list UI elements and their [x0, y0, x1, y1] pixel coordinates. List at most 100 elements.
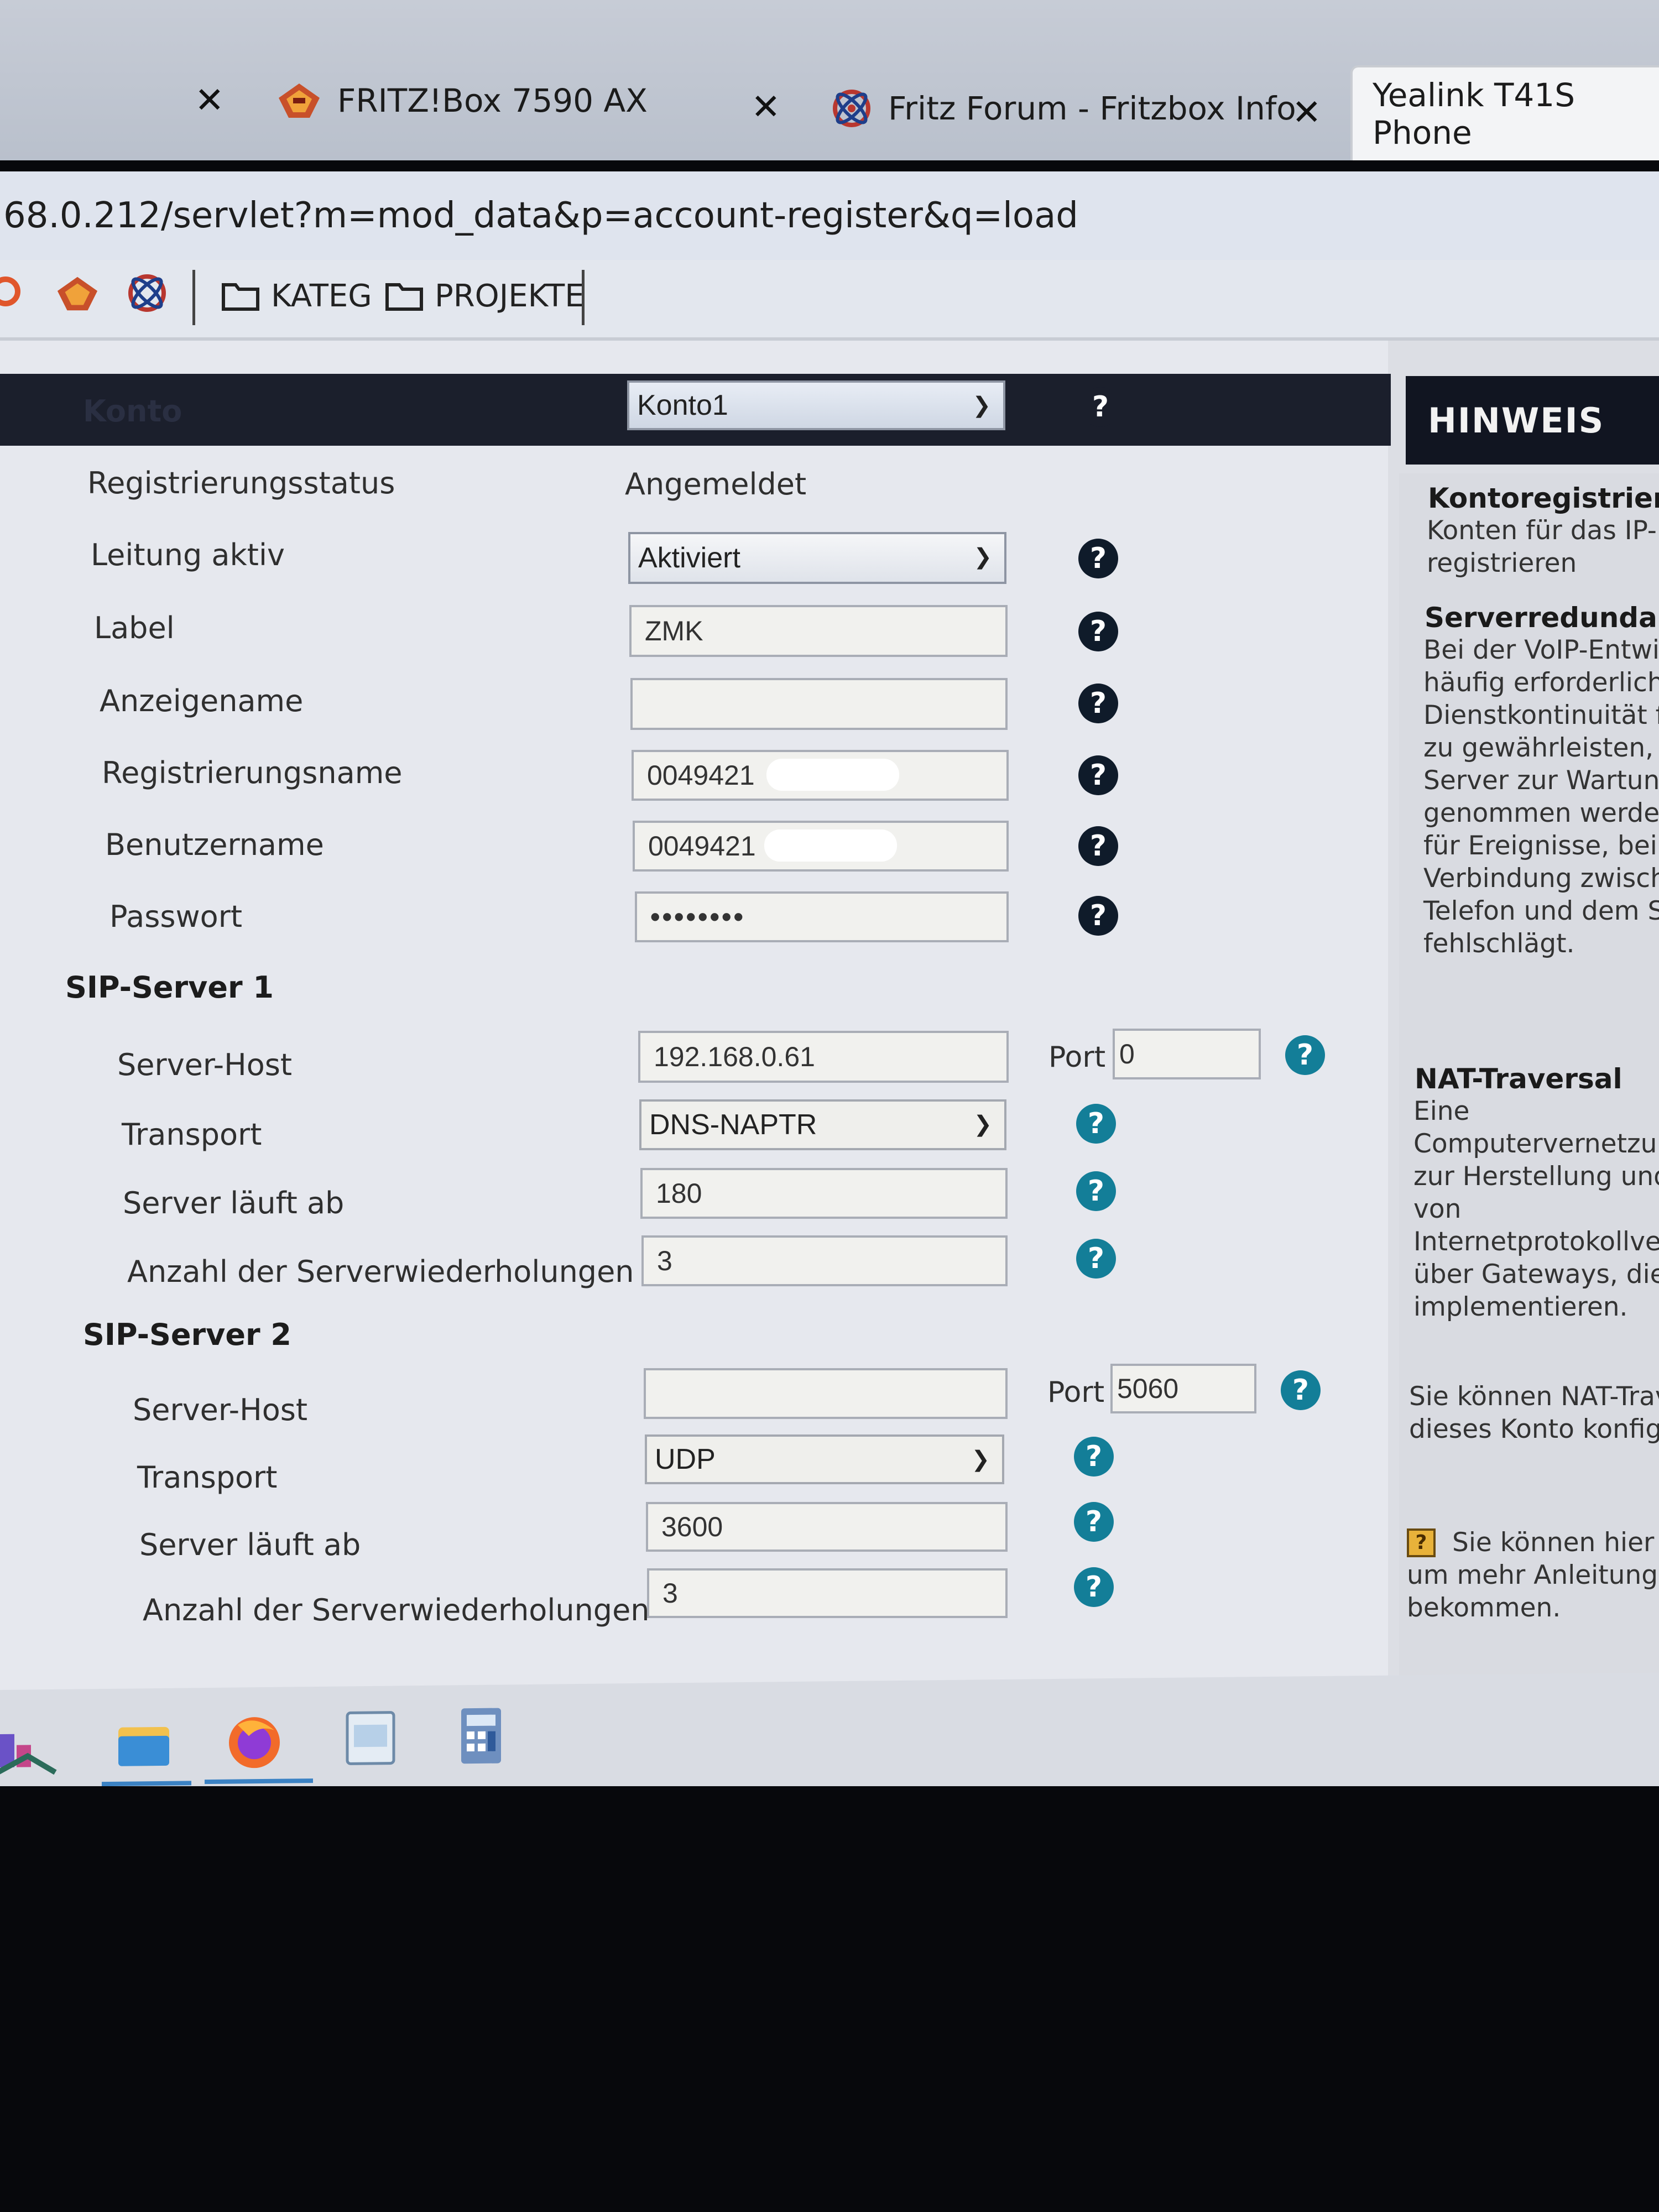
bookmark-folder-projekte[interactable]: PROJEKTE	[385, 260, 585, 332]
hint-section-title: NAT-Traversal	[1415, 1063, 1623, 1095]
sip1-expires-input[interactable]: 180	[640, 1168, 1008, 1219]
start-menu-icon[interactable]	[0, 1712, 61, 1778]
help-icon[interactable]: ?	[1281, 1370, 1321, 1410]
hint-paragraph: Konten für das IP- registrieren	[1427, 514, 1657, 580]
tab-yealink[interactable]: Yealink T41S Phone	[1350, 65, 1659, 160]
sip2-transport-select[interactable]: UDP ❯	[645, 1434, 1004, 1484]
tab-fritz-forum[interactable]: Fritz Forum - Fritzbox Info	[831, 75, 1296, 142]
passwort-label: Passwort	[109, 899, 243, 934]
sip2-expires-value: 3600	[661, 1511, 723, 1542]
help-icon[interactable]: ?	[1078, 612, 1118, 651]
account-form: Konto Konto1 ❯ ? Registrierungsstatus An…	[0, 341, 1391, 1745]
tab-close-icon[interactable]: ✕	[195, 83, 225, 118]
help-icon[interactable]: ?	[1074, 1502, 1114, 1542]
url-text: 68.0.212/servlet?m=mod_data&p=account-re…	[3, 195, 1078, 236]
label-input[interactable]: ZMK	[629, 605, 1008, 657]
redaction-mark	[764, 830, 897, 862]
sip1-expires-label: Server läuft ab	[123, 1186, 345, 1220]
help-icon[interactable]: ?	[1078, 755, 1118, 795]
active-app-indicator	[102, 1781, 191, 1787]
sip2-port-value: 5060	[1117, 1373, 1179, 1404]
sip2-transport-value: UDP	[655, 1443, 716, 1475]
hint-line: über Gateways, die N	[1413, 1259, 1659, 1290]
registrierungsname-value: 0049421	[647, 760, 755, 791]
sip1-expires-value: 180	[656, 1178, 702, 1209]
help-book-icon[interactable]: ?	[1407, 1528, 1436, 1557]
help-icon[interactable]: ?	[1081, 387, 1120, 427]
sip1-retries-label: Anzahl der Serverwiederholungen	[127, 1254, 634, 1289]
app-window-icon[interactable]	[337, 1704, 404, 1771]
help-icon[interactable]: ?	[1074, 1567, 1114, 1607]
fritz-forum-icon[interactable]	[126, 272, 168, 314]
help-icon[interactable]: ?	[1078, 826, 1118, 866]
file-explorer-icon[interactable]	[111, 1710, 177, 1777]
sip1-port-input[interactable]: 0	[1113, 1029, 1261, 1079]
sip2-retries-input[interactable]: 3	[647, 1568, 1008, 1618]
hint-paragraph: Sie können NAT-Trav dieses Konto konfigu	[1409, 1380, 1659, 1446]
anzeigename-label: Anzeigename	[100, 684, 304, 718]
hint-line: Sie können hier	[1452, 1527, 1655, 1558]
help-icon[interactable]: ?	[1074, 1437, 1114, 1477]
hint-line: Dienstkontinuität fü	[1423, 700, 1659, 731]
sip1-retries-input[interactable]: 3	[641, 1235, 1008, 1286]
hint-line: Telefon und dem Se	[1423, 896, 1659, 926]
help-icon[interactable]: ?	[1078, 539, 1118, 578]
account-register-page: Konto Konto1 ❯ ? Registrierungsstatus An…	[0, 341, 1659, 1745]
hint-section-title: Serverredundanz	[1425, 602, 1659, 634]
leitung-aktiv-label: Leitung aktiv	[91, 538, 285, 572]
chevron-down-icon: ❯	[972, 393, 991, 418]
help-icon[interactable]: ?	[1078, 684, 1118, 723]
benutzername-value: 0049421	[648, 831, 756, 862]
tab-fritzbox[interactable]: FRITZ!Box 7590 AX	[276, 67, 648, 134]
fritzbox-icon[interactable]	[55, 274, 100, 313]
hint-line: Internetprotokollverb	[1413, 1227, 1659, 1257]
hint-paragraph: ? Sie können hier um mehr Anleitunge bek…	[1407, 1526, 1659, 1624]
label-value: ZMK	[645, 615, 703, 646]
hint-line: um mehr Anleitunge	[1407, 1560, 1659, 1590]
sip1-port-label: Port	[1048, 1041, 1106, 1074]
sip2-port-input[interactable]: 5060	[1110, 1364, 1256, 1413]
sip2-retries-label: Anzahl der Serverwiederholungen	[143, 1593, 650, 1627]
sip2-server-host-label: Server-Host	[133, 1392, 308, 1427]
tab-close-icon[interactable]: ✕	[751, 90, 781, 125]
address-bar[interactable]: 68.0.212/servlet?m=mod_data&p=account-re…	[0, 171, 1659, 260]
monitor-bezel	[0, 1786, 1659, 2212]
bookmark-separator	[192, 270, 195, 325]
konto-select-value: Konto1	[637, 389, 728, 421]
sip2-transport-label: Transport	[137, 1460, 278, 1495]
hint-panel: Kontoregistrieru Konten für das IP- regi…	[1399, 473, 1659, 1745]
firefox-icon[interactable]	[221, 1708, 288, 1775]
bookmark-folder-kateg[interactable]: KATEG	[221, 260, 372, 332]
bookmark-label: PROJEKTE	[435, 278, 585, 314]
tab-close-icon[interactable]: ✕	[1292, 95, 1322, 131]
sip1-server-host-label: Server-Host	[117, 1047, 293, 1082]
hint-panel-header: HINWEIS	[1406, 376, 1659, 465]
help-icon[interactable]: ?	[1078, 896, 1118, 936]
sip2-server-host-input[interactable]	[644, 1368, 1008, 1419]
help-icon[interactable]: ?	[1285, 1035, 1325, 1075]
hint-paragraph: Eine Computervernetzung zur Herstellung …	[1413, 1095, 1659, 1323]
help-icon[interactable]: ?	[1076, 1104, 1116, 1144]
help-icon[interactable]: ?	[1076, 1239, 1116, 1279]
passwort-input[interactable]: ••••••••	[635, 891, 1009, 942]
browser-tab-bar: ✕ FRITZ!Box 7590 AX ✕ Fritz Forum - Frit…	[0, 0, 1659, 160]
bookmark-icon[interactable]	[0, 272, 28, 311]
calculator-icon[interactable]	[448, 1702, 514, 1769]
hint-line: Bei der VoIP-Entwi	[1423, 635, 1659, 665]
hint-line: für Ereignisse, bei d	[1423, 831, 1659, 861]
leitung-aktiv-select[interactable]: Aktiviert ❯	[628, 532, 1006, 584]
konto-select[interactable]: Konto1 ❯	[627, 380, 1005, 430]
sip1-transport-select[interactable]: DNS-NAPTR ❯	[639, 1099, 1006, 1150]
anzeigename-input[interactable]	[630, 678, 1008, 730]
registrierungsname-label: Registrierungsname	[102, 755, 403, 790]
sip1-server-host-input[interactable]: 192.168.0.61	[638, 1031, 1009, 1083]
sip2-expires-input[interactable]: 3600	[646, 1502, 1008, 1552]
hint-section-title: Kontoregistrieru	[1428, 482, 1659, 514]
registrierungsstatus-label: Registrierungsstatus	[87, 466, 395, 500]
tab-label: Fritz Forum - Fritzbox Info	[888, 90, 1296, 127]
folder-icon	[222, 283, 259, 311]
sip2-expires-label: Server läuft ab	[139, 1527, 361, 1562]
help-icon[interactable]: ?	[1076, 1171, 1116, 1211]
konto-label: Konto	[83, 394, 182, 429]
hint-line: genommen werden	[1423, 798, 1659, 828]
